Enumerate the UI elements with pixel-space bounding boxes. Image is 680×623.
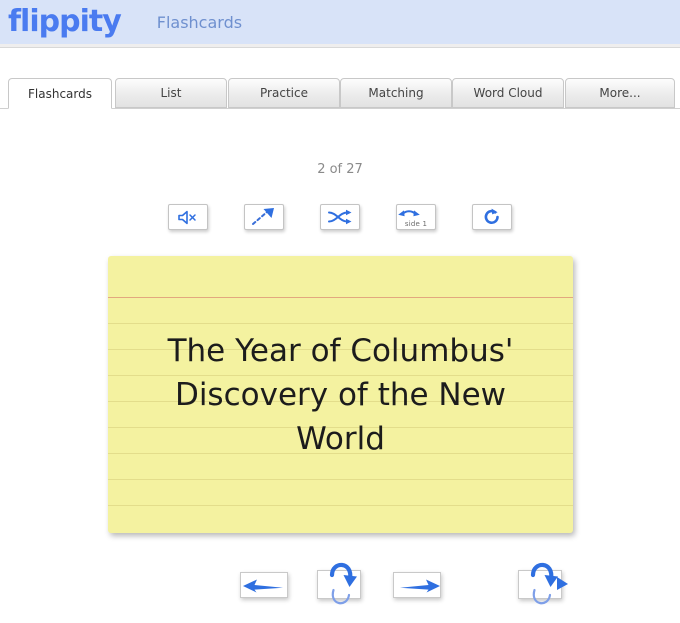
arrow-right-icon	[394, 577, 444, 600]
flippity-logo[interactable]: flippity	[8, 7, 122, 37]
tab-label: More...	[599, 86, 641, 100]
dashed-arrow-icon	[251, 208, 277, 226]
header-divider	[0, 44, 680, 48]
card-text: The Year of Columbus' Discovery of the N…	[167, 332, 514, 457]
tab-label: Word Cloud	[473, 86, 543, 100]
tab-list[interactable]: List	[115, 78, 227, 108]
speaker-mute-icon	[177, 210, 199, 225]
main-content: 2 of 27 side 1 The Year of Columbus' Dis…	[0, 108, 680, 623]
app-title: Flashcards	[156, 12, 243, 32]
flip-card-button[interactable]	[317, 562, 361, 605]
tab-label: Practice	[260, 86, 308, 100]
shuffle-button[interactable]	[320, 204, 360, 230]
tab-practice[interactable]: Practice	[228, 78, 340, 108]
next-card-button[interactable]	[393, 572, 441, 598]
reset-button[interactable]	[472, 204, 512, 230]
app-header: flippity Flashcards	[0, 0, 680, 44]
shuffle-icon	[327, 209, 353, 225]
tab-more[interactable]: More...	[565, 78, 675, 108]
autoplay-button[interactable]	[244, 204, 284, 230]
previous-card-button[interactable]	[240, 572, 288, 598]
tab-flashcards[interactable]: Flashcards	[8, 78, 112, 109]
card-toolbar: side 1	[0, 204, 680, 230]
tab-matching[interactable]: Matching	[340, 78, 452, 108]
flashcard[interactable]: The Year of Columbus' Discovery of the N…	[108, 256, 573, 533]
tab-label: List	[160, 86, 182, 100]
refresh-icon	[483, 208, 501, 226]
side-indicator-label: side 1	[404, 220, 428, 228]
mute-audio-button[interactable]	[168, 204, 208, 230]
card-counter: 2 of 27	[317, 162, 363, 177]
switch-side-button[interactable]: side 1	[396, 204, 436, 230]
flip-and-next-button[interactable]	[518, 562, 568, 605]
tab-label: Matching	[368, 86, 424, 100]
card-navigation	[0, 557, 680, 617]
tab-bar: Flashcards List Practice Matching Word Cloud…	[0, 78, 680, 109]
tab-label: Flashcards	[28, 86, 92, 101]
tab-word-cloud[interactable]: Word Cloud	[452, 78, 564, 108]
swap-sides-icon	[397, 208, 435, 218]
arrow-left-icon	[239, 577, 289, 600]
flip-and-advance-icon	[524, 559, 572, 616]
flip-vertical-icon	[323, 559, 359, 616]
